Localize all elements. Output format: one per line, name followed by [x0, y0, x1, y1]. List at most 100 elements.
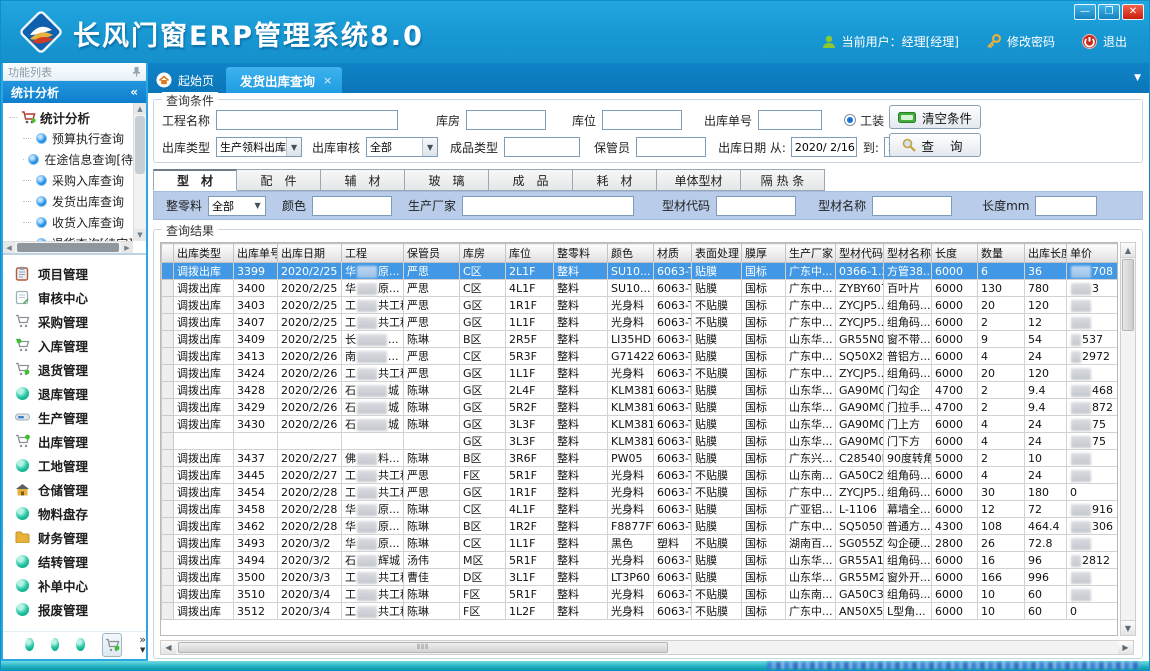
scroll-up-icon[interactable]: ▲	[134, 103, 146, 115]
table-row[interactable]: 调拨出库33992020/2/25华原...严思C区2L1F整料SU10...6…	[162, 263, 1119, 280]
table-row[interactable]: 调拨出库34132020/2/26南...严思C区5R3F整料G71422606…	[162, 348, 1119, 365]
table-row[interactable]: 调拨出库34942020/3/2石辉城汤伟M区5R1F整料光身料6063-T5贴…	[162, 552, 1119, 569]
module-item[interactable]: 工地管理	[3, 453, 146, 477]
scrollbar-thumb[interactable]	[17, 243, 119, 252]
scroll-down-icon[interactable]: ▼	[134, 229, 146, 241]
material-tab[interactable]: 耗 材	[573, 169, 657, 191]
cart-module-button[interactable]	[102, 633, 123, 657]
profile-code-input[interactable]	[716, 196, 796, 216]
grid-horizontal-scrollbar[interactable]: ◀ ⦀⦀⦀ ▶	[160, 640, 1134, 655]
table-row[interactable]: 调拨出库34002020/2/25华原...严思C区4L1F整料SU10...6…	[162, 280, 1119, 297]
table-row[interactable]: 调拨出库34092020/2/25长...陈琳B区2R5F整料LI35HD606…	[162, 331, 1119, 348]
order-no-input[interactable]	[758, 110, 822, 130]
length-input[interactable]	[1035, 196, 1097, 216]
project-name-input[interactable]	[216, 110, 398, 130]
table-row[interactable]: 调拨出库35102020/3/4工共工程陈琳F区5R1F整料光身料6063-T5…	[162, 586, 1119, 603]
module-item[interactable]: 入库管理	[3, 333, 146, 357]
column-header[interactable]: 数量	[978, 244, 1025, 263]
tree-item[interactable]: 采购入库查询	[9, 170, 133, 191]
material-tab[interactable]: 玻 璃	[405, 169, 489, 191]
table-row[interactable]: 调拨出库34622020/2/28华原...陈琳B区1R2F整料F8877FT6…	[162, 518, 1119, 535]
search-button[interactable]: 查 询	[889, 133, 981, 157]
tree-vertical-scrollbar[interactable]: ▲ ▼	[133, 103, 146, 241]
column-header[interactable]: 材质	[654, 244, 692, 263]
audit-select[interactable]: 全部 ▼	[366, 137, 438, 157]
table-row[interactable]: 调拨出库35002020/3/3工共工程曹佳D区3L1F整料LT3P606063…	[162, 569, 1119, 586]
module-dot-icon[interactable]	[51, 638, 60, 651]
table-row[interactable]: 调拨出库34292020/2/26石城陈琳G区5R2F整料KLM38176063…	[162, 399, 1119, 416]
scrollbar-track[interactable]: ⦀⦀⦀	[176, 641, 1118, 654]
column-header[interactable]: 库房	[460, 244, 506, 263]
tree-item[interactable]: 预算执行查询	[9, 128, 133, 149]
out-type-select[interactable]: 生产领料出库 ▼	[216, 137, 302, 157]
whole-part-select[interactable]: 全部 ▼	[208, 196, 266, 216]
column-header[interactable]: 库位	[506, 244, 554, 263]
profile-name-input[interactable]	[872, 196, 952, 216]
column-header[interactable]: 出库长度	[1025, 244, 1067, 263]
column-header[interactable]: 出库单号	[234, 244, 278, 263]
tab-home[interactable]: 起始页	[148, 67, 226, 93]
table-row[interactable]: 调拨出库34582020/2/28华原...陈琳C区4L1F整料光身料6063-…	[162, 501, 1119, 518]
sidebar-section-header[interactable]: 统计分析 «	[3, 81, 146, 103]
material-tab[interactable]: 单体型材	[657, 169, 741, 191]
module-item[interactable]: 退货管理	[3, 357, 146, 381]
maximize-button[interactable]: ❐	[1098, 4, 1120, 20]
module-item[interactable]: 生产管理	[3, 405, 146, 429]
clear-conditions-button[interactable]: 清空条件	[889, 105, 981, 129]
keeper-input[interactable]	[636, 137, 706, 157]
material-tab[interactable]: 隔 热 条	[741, 169, 825, 191]
tree-root-node[interactable]: 统计分析	[9, 106, 133, 128]
pin-icon[interactable]	[132, 66, 141, 77]
column-header[interactable]: 工程	[342, 244, 404, 263]
change-password-button[interactable]: 修改密码	[985, 33, 1055, 50]
tree-item[interactable]: 收货入库查询	[9, 212, 133, 233]
tree-item[interactable]: 发货出库查询	[9, 191, 133, 212]
scroll-right-icon[interactable]: ▶	[121, 242, 133, 253]
tab-list-dropdown-icon[interactable]: ▼	[1134, 73, 1141, 83]
table-row[interactable]: 调拨出库34072020/2/25工共工程严思G区1L1F整料光身料6063-T…	[162, 314, 1119, 331]
table-row[interactable]: 调拨出库34282020/2/26石城陈琳G区2L4F整料KLM38176063…	[162, 382, 1119, 399]
date-from-picker[interactable]: 2020/ 2/16 ▼	[791, 137, 857, 157]
module-item[interactable]: 审核中心	[3, 285, 146, 309]
sidebar-overflow-button[interactable]: »▼	[139, 635, 146, 655]
product-type-input[interactable]	[504, 137, 580, 157]
grid-vertical-scrollbar[interactable]: ▲ ▼	[1120, 242, 1136, 636]
material-tab[interactable]: 型 材	[153, 169, 237, 191]
material-tab[interactable]: 成 品	[489, 169, 573, 191]
column-header[interactable]: 颜色	[608, 244, 654, 263]
module-dot-icon[interactable]	[25, 638, 34, 651]
module-dot-icon[interactable]	[76, 638, 85, 651]
module-item[interactable]: 采购管理	[3, 309, 146, 333]
scroll-up-icon[interactable]: ▲	[1121, 243, 1135, 258]
tab-close-icon[interactable]: ×	[323, 74, 332, 87]
column-header[interactable]: 型材名称	[884, 244, 932, 263]
table-row[interactable]: 调拨出库34032020/2/25工共工程严思G区1R1F整料光身料6063-T…	[162, 297, 1119, 314]
scroll-left-icon[interactable]: ◀	[161, 641, 176, 654]
module-item[interactable]: 补单中心	[3, 573, 146, 597]
table-row[interactable]: 调拨出库34542020/2/28工共工程严思G区1R1F整料光身料6063-T…	[162, 484, 1119, 501]
warehouse-input[interactable]	[466, 110, 546, 130]
module-item[interactable]: 物料盘存	[3, 501, 146, 525]
scroll-down-icon[interactable]: ▼	[1121, 620, 1135, 635]
module-item[interactable]: 结转管理	[3, 549, 146, 573]
module-item[interactable]: 出库管理	[3, 429, 146, 453]
manufacturer-input[interactable]	[462, 196, 634, 216]
scrollbar-thumb[interactable]	[1122, 259, 1134, 331]
radio-engineering[interactable]: 工装	[844, 112, 884, 129]
scroll-right-icon[interactable]: ▶	[1118, 641, 1133, 654]
column-header[interactable]: 型材代码	[836, 244, 884, 263]
table-row[interactable]: 调拨出库34372020/2/27佛料...陈琳B区3R6F整料PW056063…	[162, 450, 1119, 467]
scrollbar-thumb[interactable]	[135, 116, 145, 174]
table-row[interactable]: 调拨出库35122020/3/4工共工程陈琳F区1L2F整料光身料6063-T5…	[162, 603, 1119, 620]
table-row[interactable]: 调拨出库34302020/2/26石城陈琳G区3L3F整料KLM38176063…	[162, 416, 1119, 433]
material-tab[interactable]: 辅 材	[321, 169, 405, 191]
close-button[interactable]: ✕	[1122, 4, 1144, 20]
minimize-button[interactable]: —	[1074, 4, 1096, 20]
column-header[interactable]: 出库类型	[174, 244, 234, 263]
column-header[interactable]: 膜厚	[742, 244, 786, 263]
collapse-icon[interactable]: «	[130, 85, 138, 99]
column-header[interactable]: 单价	[1067, 244, 1119, 263]
module-item[interactable]: 报废管理	[3, 597, 146, 621]
column-header[interactable]: 整零料	[554, 244, 608, 263]
table-row[interactable]: G区3L3F整料KLM38176063-T5贴膜国标山东华...GA90M09.…	[162, 433, 1119, 450]
